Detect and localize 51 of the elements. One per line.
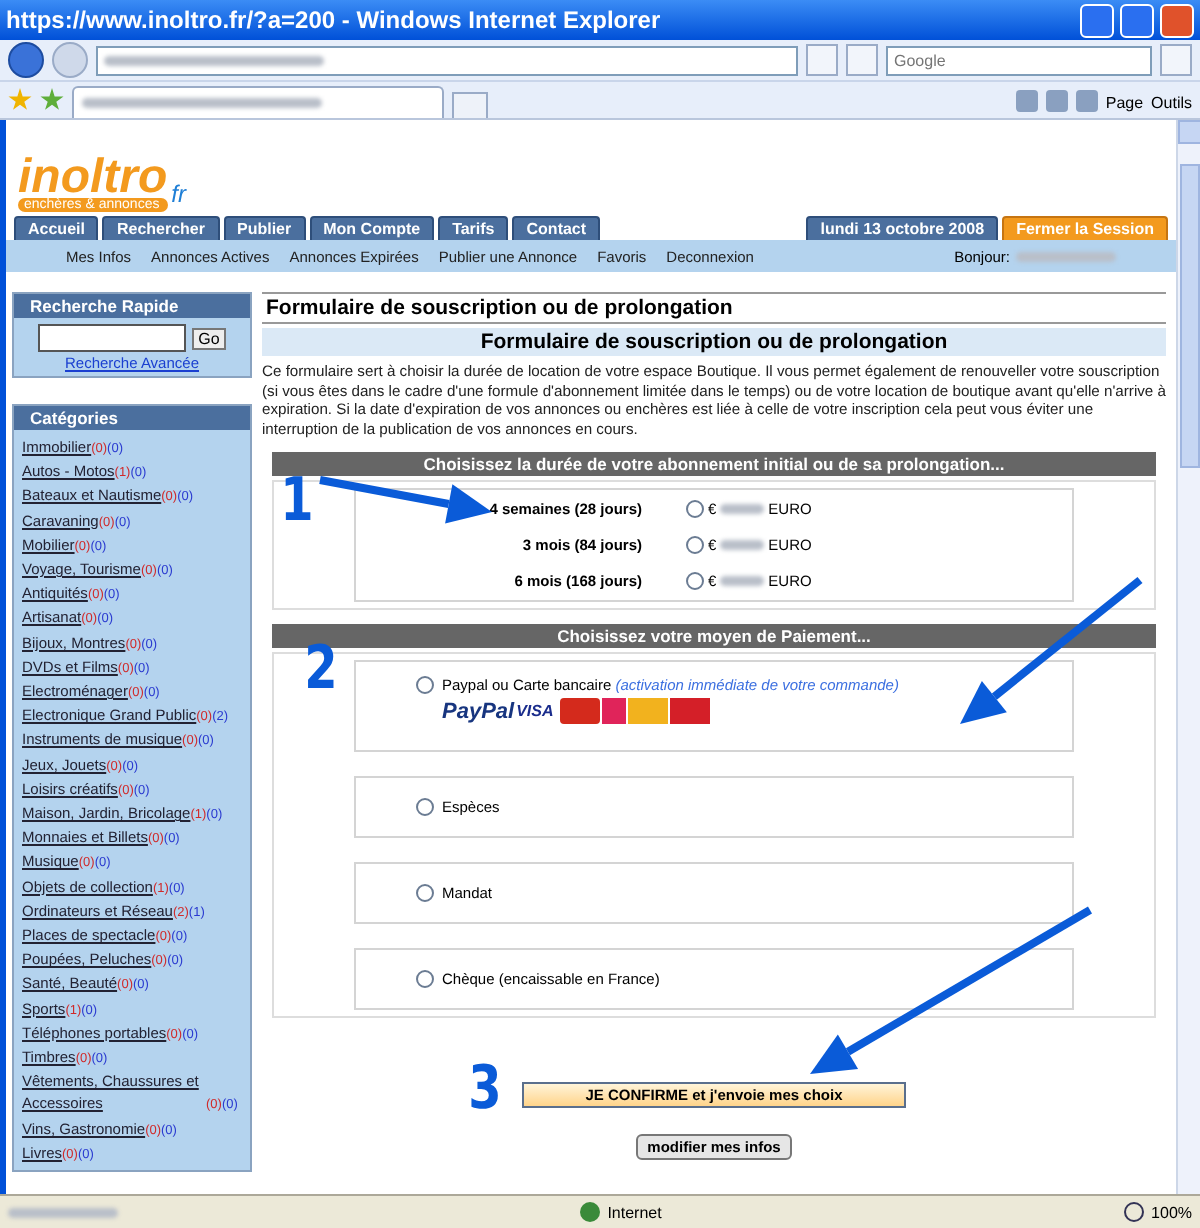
nav-tab[interactable]: Mon Compte [309,216,435,240]
section-header: Choisissez la durée de votre abonnement initial ou de sa prolongation... [272,452,1156,477]
toolbar-menu[interactable]: Outils [1151,94,1192,112]
blurred-text [8,1207,118,1217]
zoom-level[interactable]: 100% [1151,1203,1193,1221]
blurred-price [720,576,765,587]
nav-tab[interactable]: Publier [223,216,306,240]
maximize-button[interactable] [1120,3,1154,37]
form-heading: Formulaire de souscription ou de prolongation [262,328,1166,356]
date-label: lundi 13 octobre 2008 [806,216,999,240]
nav-tab[interactable]: Rechercher [102,216,219,240]
radio-button[interactable] [416,798,434,817]
visa-logo: VISA [516,702,554,721]
page-title: Formulaire de souscription ou de prolongation [262,292,1166,324]
logo-suffix: fr [171,180,186,208]
minimize-button[interactable] [1080,3,1114,37]
window-title: https://www.inoltro.fr/?a=200 - Windows Internet Explorer [6,6,663,34]
radio-button[interactable] [686,572,704,591]
blurred-price [720,540,765,551]
nav-tab[interactable]: Accueil [14,216,99,240]
blurred-text [1016,251,1116,261]
stop-button[interactable] [846,44,878,76]
go-button[interactable]: Go [192,327,226,349]
search-field[interactable] [38,324,187,352]
address-field[interactable] [96,45,798,75]
close-button[interactable] [1160,3,1194,37]
toolbar-menu[interactable]: Page [1105,94,1144,112]
search-button[interactable] [1160,44,1192,76]
radio-button[interactable] [416,970,434,989]
refresh-button[interactable] [806,44,838,76]
globe-icon [579,1202,600,1222]
search-field[interactable]: Google [886,45,1152,75]
radio-button[interactable] [416,884,434,903]
card-logo [669,698,710,725]
radio-button[interactable] [416,676,434,695]
step-number: 3 [468,1060,502,1120]
back-button[interactable] [8,42,44,78]
step-number: 1 [280,472,314,532]
zone-label: Internet [607,1203,662,1221]
zoom-icon[interactable] [1123,1202,1144,1222]
paypal-logo: PayPal [442,699,515,724]
radio-button[interactable] [686,536,704,555]
panel-title: Catégories [14,406,250,430]
blurred-price [720,504,765,515]
nav-tab[interactable]: Contact [512,216,601,240]
scrollbar[interactable] [1176,120,1200,1194]
radio-button[interactable] [686,500,704,519]
panel-title: Recherche Rapide [14,294,250,318]
nav-tab[interactable]: Tarifs [438,216,509,240]
new-tab-button[interactable] [452,92,488,118]
browser-tab[interactable] [72,86,444,118]
